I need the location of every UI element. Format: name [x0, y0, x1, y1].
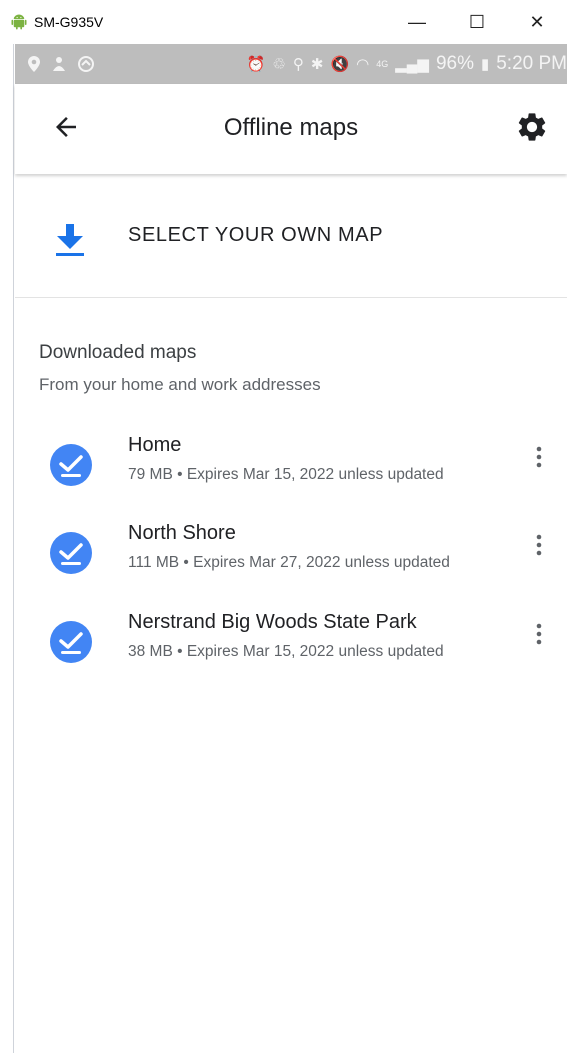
phone-screen: ⏰ ♲ ⚲ ✱ 🔇 ◠ 4G ▂▄▆ 96% ▮ 5:20 PM Offline…	[15, 44, 567, 1053]
page-title: Offline maps	[223, 114, 359, 141]
minimize-button[interactable]: —	[387, 0, 447, 44]
network-label: 4G	[376, 59, 389, 69]
downloaded-maps-heading: Downloaded maps	[39, 342, 197, 363]
location-pin-icon	[28, 56, 40, 72]
sync-icon	[78, 56, 94, 72]
location-icon: ⚲	[292, 56, 304, 73]
alarm-icon: ⏰	[246, 56, 266, 73]
window-left-border	[0, 0, 14, 1053]
map-meta: 79 MB • Expires Mar 15, 2022 unless upda…	[128, 466, 444, 483]
signal-icon: ▂▄▆	[395, 56, 429, 73]
map-list-item[interactable]: Nerstrand Big Woods State Park 38 MB • E…	[15, 611, 567, 691]
bluetooth-icon: ✱	[310, 56, 324, 73]
map-name: North Shore	[128, 522, 236, 544]
android-status-bar: ⏰ ♲ ⚲ ✱ 🔇 ◠ 4G ▂▄▆ 96% ▮ 5:20 PM	[15, 44, 567, 84]
window-titlebar[interactable]: SM-G935V — ☐ ✕	[0, 0, 567, 44]
map-name: Home	[128, 434, 182, 456]
gear-icon[interactable]	[515, 110, 549, 144]
status-time: 5:20 PM	[496, 53, 567, 74]
select-own-map-label: SELECT YOUR OWN MAP	[128, 224, 384, 246]
more-vert-icon[interactable]	[527, 444, 551, 472]
wifi-icon: ◠	[356, 56, 370, 73]
check-circle-icon	[50, 444, 92, 486]
close-button[interactable]: ✕	[507, 0, 567, 44]
map-meta: 111 MB • Expires Mar 27, 2022 unless upd…	[128, 554, 450, 571]
select-own-map-row[interactable]: SELECT YOUR OWN MAP	[15, 194, 567, 298]
recycle-icon: ♲	[272, 56, 286, 73]
android-icon	[11, 14, 27, 30]
emulator-window: SM-G935V — ☐ ✕ ⏰ ♲ ⚲ ✱ 🔇 ◠ 4G ▂▄▆ 96% ▮ …	[0, 0, 567, 1053]
battery-charging-icon: ▮	[480, 56, 490, 73]
map-name: Nerstrand Big Woods State Park	[128, 611, 417, 633]
map-list-item[interactable]: Home 79 MB • Expires Mar 15, 2022 unless…	[15, 434, 567, 514]
more-vert-icon[interactable]	[527, 532, 551, 560]
battery-percent: 96%	[435, 53, 474, 74]
downloaded-maps-subtitle: From your home and work addresses	[39, 375, 321, 394]
download-icon	[56, 224, 84, 256]
notification-icon	[53, 57, 65, 71]
window-title: SM-G935V	[34, 14, 104, 30]
app-bar: Offline maps	[15, 84, 567, 174]
check-circle-icon	[50, 621, 92, 663]
map-list-item[interactable]: North Shore 111 MB • Expires Mar 27, 202…	[15, 522, 567, 602]
map-meta: 38 MB • Expires Mar 15, 2022 unless upda…	[128, 643, 444, 660]
more-vert-icon[interactable]	[527, 621, 551, 649]
check-circle-icon	[50, 532, 92, 574]
maximize-button[interactable]: ☐	[447, 0, 507, 44]
mute-icon: 🔇	[330, 56, 350, 73]
